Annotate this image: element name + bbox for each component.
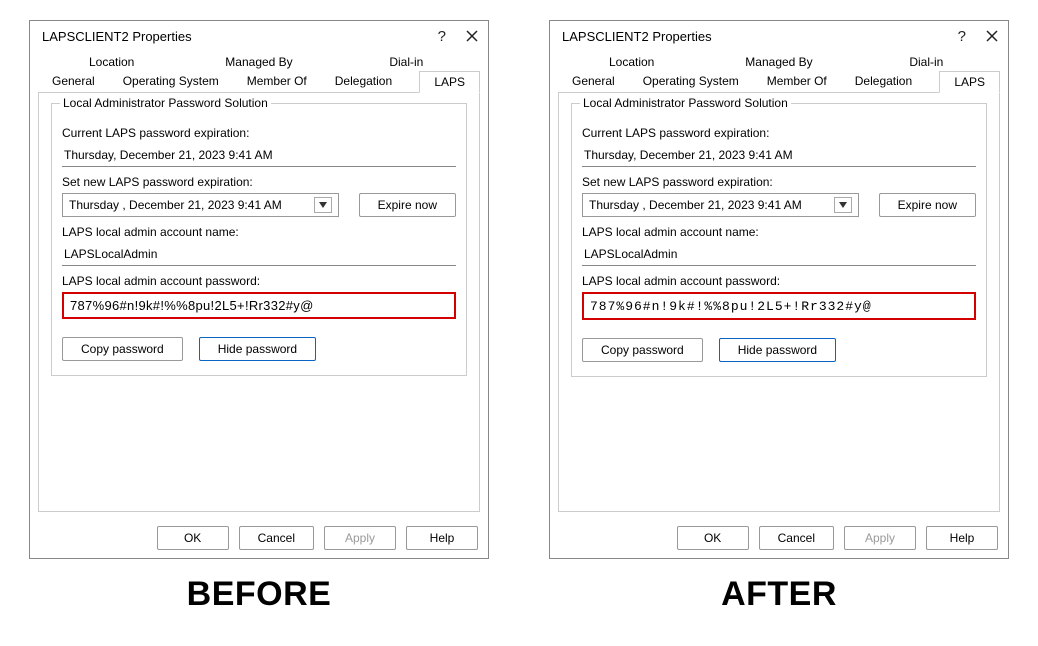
- apply-button: Apply: [324, 526, 396, 550]
- dialog-title: LAPSCLIENT2 Properties: [42, 29, 192, 44]
- password-field-highlighted: 787%96#n!9k#!%%8pu!2L5+!Rr332#y@: [62, 292, 456, 319]
- cancel-button[interactable]: Cancel: [239, 526, 314, 550]
- tab-laps[interactable]: LAPS: [939, 71, 1000, 93]
- current-expiration-label: Current LAPS password expiration:: [582, 126, 976, 140]
- hide-password-button[interactable]: Hide password: [199, 337, 316, 361]
- ok-button[interactable]: OK: [157, 526, 229, 550]
- tab-delegation[interactable]: Delegation: [841, 71, 926, 93]
- copy-password-button[interactable]: Copy password: [582, 338, 703, 362]
- caption-before: BEFORE: [29, 575, 489, 614]
- password-value: 787%96#n!9k#!%%8pu!2L5+!Rr332#y@: [590, 299, 872, 314]
- titlebar: LAPSCLIENT2 Properties ?: [30, 21, 488, 48]
- set-new-expiration-picker[interactable]: Thursday , December 21, 2023 9:41 AM: [582, 193, 859, 217]
- tabs: Location Managed By Dial-in General Oper…: [550, 48, 1008, 93]
- dialog-button-row: OK Cancel Apply Help: [550, 520, 1008, 558]
- set-new-expiration-value: Thursday , December 21, 2023 9:41 AM: [589, 198, 802, 212]
- copy-password-button[interactable]: Copy password: [62, 337, 183, 361]
- groupbox-label: Local Administrator Password Solution: [580, 96, 791, 110]
- tab-dial-in[interactable]: Dial-in: [333, 52, 480, 72]
- account-name-value: LAPSLocalAdmin: [62, 243, 456, 266]
- close-icon[interactable]: [466, 30, 478, 44]
- tab-content: Local Administrator Password Solution Cu…: [38, 92, 480, 512]
- set-new-expiration-picker[interactable]: Thursday , December 21, 2023 9:41 AM: [62, 193, 339, 217]
- cancel-button[interactable]: Cancel: [759, 526, 834, 550]
- tab-laps[interactable]: LAPS: [419, 71, 480, 93]
- account-name-label: LAPS local admin account name:: [62, 225, 456, 239]
- tab-operating-system[interactable]: Operating System: [629, 71, 753, 93]
- laps-groupbox: Local Administrator Password Solution Cu…: [571, 103, 987, 377]
- help-icon[interactable]: ?: [958, 29, 966, 44]
- help-button[interactable]: Help: [406, 526, 478, 550]
- tab-managed-by[interactable]: Managed By: [185, 52, 332, 72]
- current-expiration-label: Current LAPS password expiration:: [62, 126, 456, 140]
- tab-managed-by[interactable]: Managed By: [705, 52, 852, 72]
- dialog-button-row: OK Cancel Apply Help: [30, 520, 488, 558]
- tab-delegation[interactable]: Delegation: [321, 71, 406, 93]
- set-new-expiration-label: Set new LAPS password expiration:: [62, 175, 456, 189]
- help-icon[interactable]: ?: [438, 29, 446, 44]
- tab-general[interactable]: General: [558, 71, 629, 93]
- tab-member-of[interactable]: Member Of: [753, 71, 841, 93]
- tab-dial-in[interactable]: Dial-in: [853, 52, 1000, 72]
- tab-location[interactable]: Location: [38, 52, 185, 72]
- laps-groupbox: Local Administrator Password Solution Cu…: [51, 103, 467, 376]
- account-name-value: LAPSLocalAdmin: [582, 243, 976, 266]
- help-button[interactable]: Help: [926, 526, 998, 550]
- tab-operating-system[interactable]: Operating System: [109, 71, 233, 93]
- caption-after: AFTER: [549, 575, 1009, 614]
- ok-button[interactable]: OK: [677, 526, 749, 550]
- account-name-label: LAPS local admin account name:: [582, 225, 976, 239]
- current-expiration-value: Thursday, December 21, 2023 9:41 AM: [582, 144, 976, 167]
- apply-button: Apply: [844, 526, 916, 550]
- password-field-highlighted: 787%96#n!9k#!%%8pu!2L5+!Rr332#y@: [582, 292, 976, 320]
- dialog-title: LAPSCLIENT2 Properties: [562, 29, 712, 44]
- calendar-dropdown-icon[interactable]: [314, 197, 332, 213]
- current-expiration-value: Thursday, December 21, 2023 9:41 AM: [62, 144, 456, 167]
- tab-general[interactable]: General: [38, 71, 109, 93]
- expire-now-button[interactable]: Expire now: [359, 193, 456, 217]
- laps-properties-dialog-before: LAPSCLIENT2 Properties ? Location Manage…: [29, 20, 489, 559]
- set-new-expiration-label: Set new LAPS password expiration:: [582, 175, 976, 189]
- close-icon[interactable]: [986, 30, 998, 44]
- account-password-label: LAPS local admin account password:: [62, 274, 456, 288]
- tab-location[interactable]: Location: [558, 52, 705, 72]
- laps-properties-dialog-after: LAPSCLIENT2 Properties ? Location Manage…: [549, 20, 1009, 559]
- tab-member-of[interactable]: Member Of: [233, 71, 321, 93]
- calendar-dropdown-icon[interactable]: [834, 197, 852, 213]
- password-value: 787%96#n!9k#!%%8pu!2L5+!Rr332#y@: [70, 298, 314, 313]
- hide-password-button[interactable]: Hide password: [719, 338, 836, 362]
- tab-content: Local Administrator Password Solution Cu…: [558, 92, 1000, 512]
- account-password-label: LAPS local admin account password:: [582, 274, 976, 288]
- expire-now-button[interactable]: Expire now: [879, 193, 976, 217]
- groupbox-label: Local Administrator Password Solution: [60, 96, 271, 110]
- titlebar: LAPSCLIENT2 Properties ?: [550, 21, 1008, 48]
- tabs: Location Managed By Dial-in General Oper…: [30, 48, 488, 93]
- set-new-expiration-value: Thursday , December 21, 2023 9:41 AM: [69, 198, 282, 212]
